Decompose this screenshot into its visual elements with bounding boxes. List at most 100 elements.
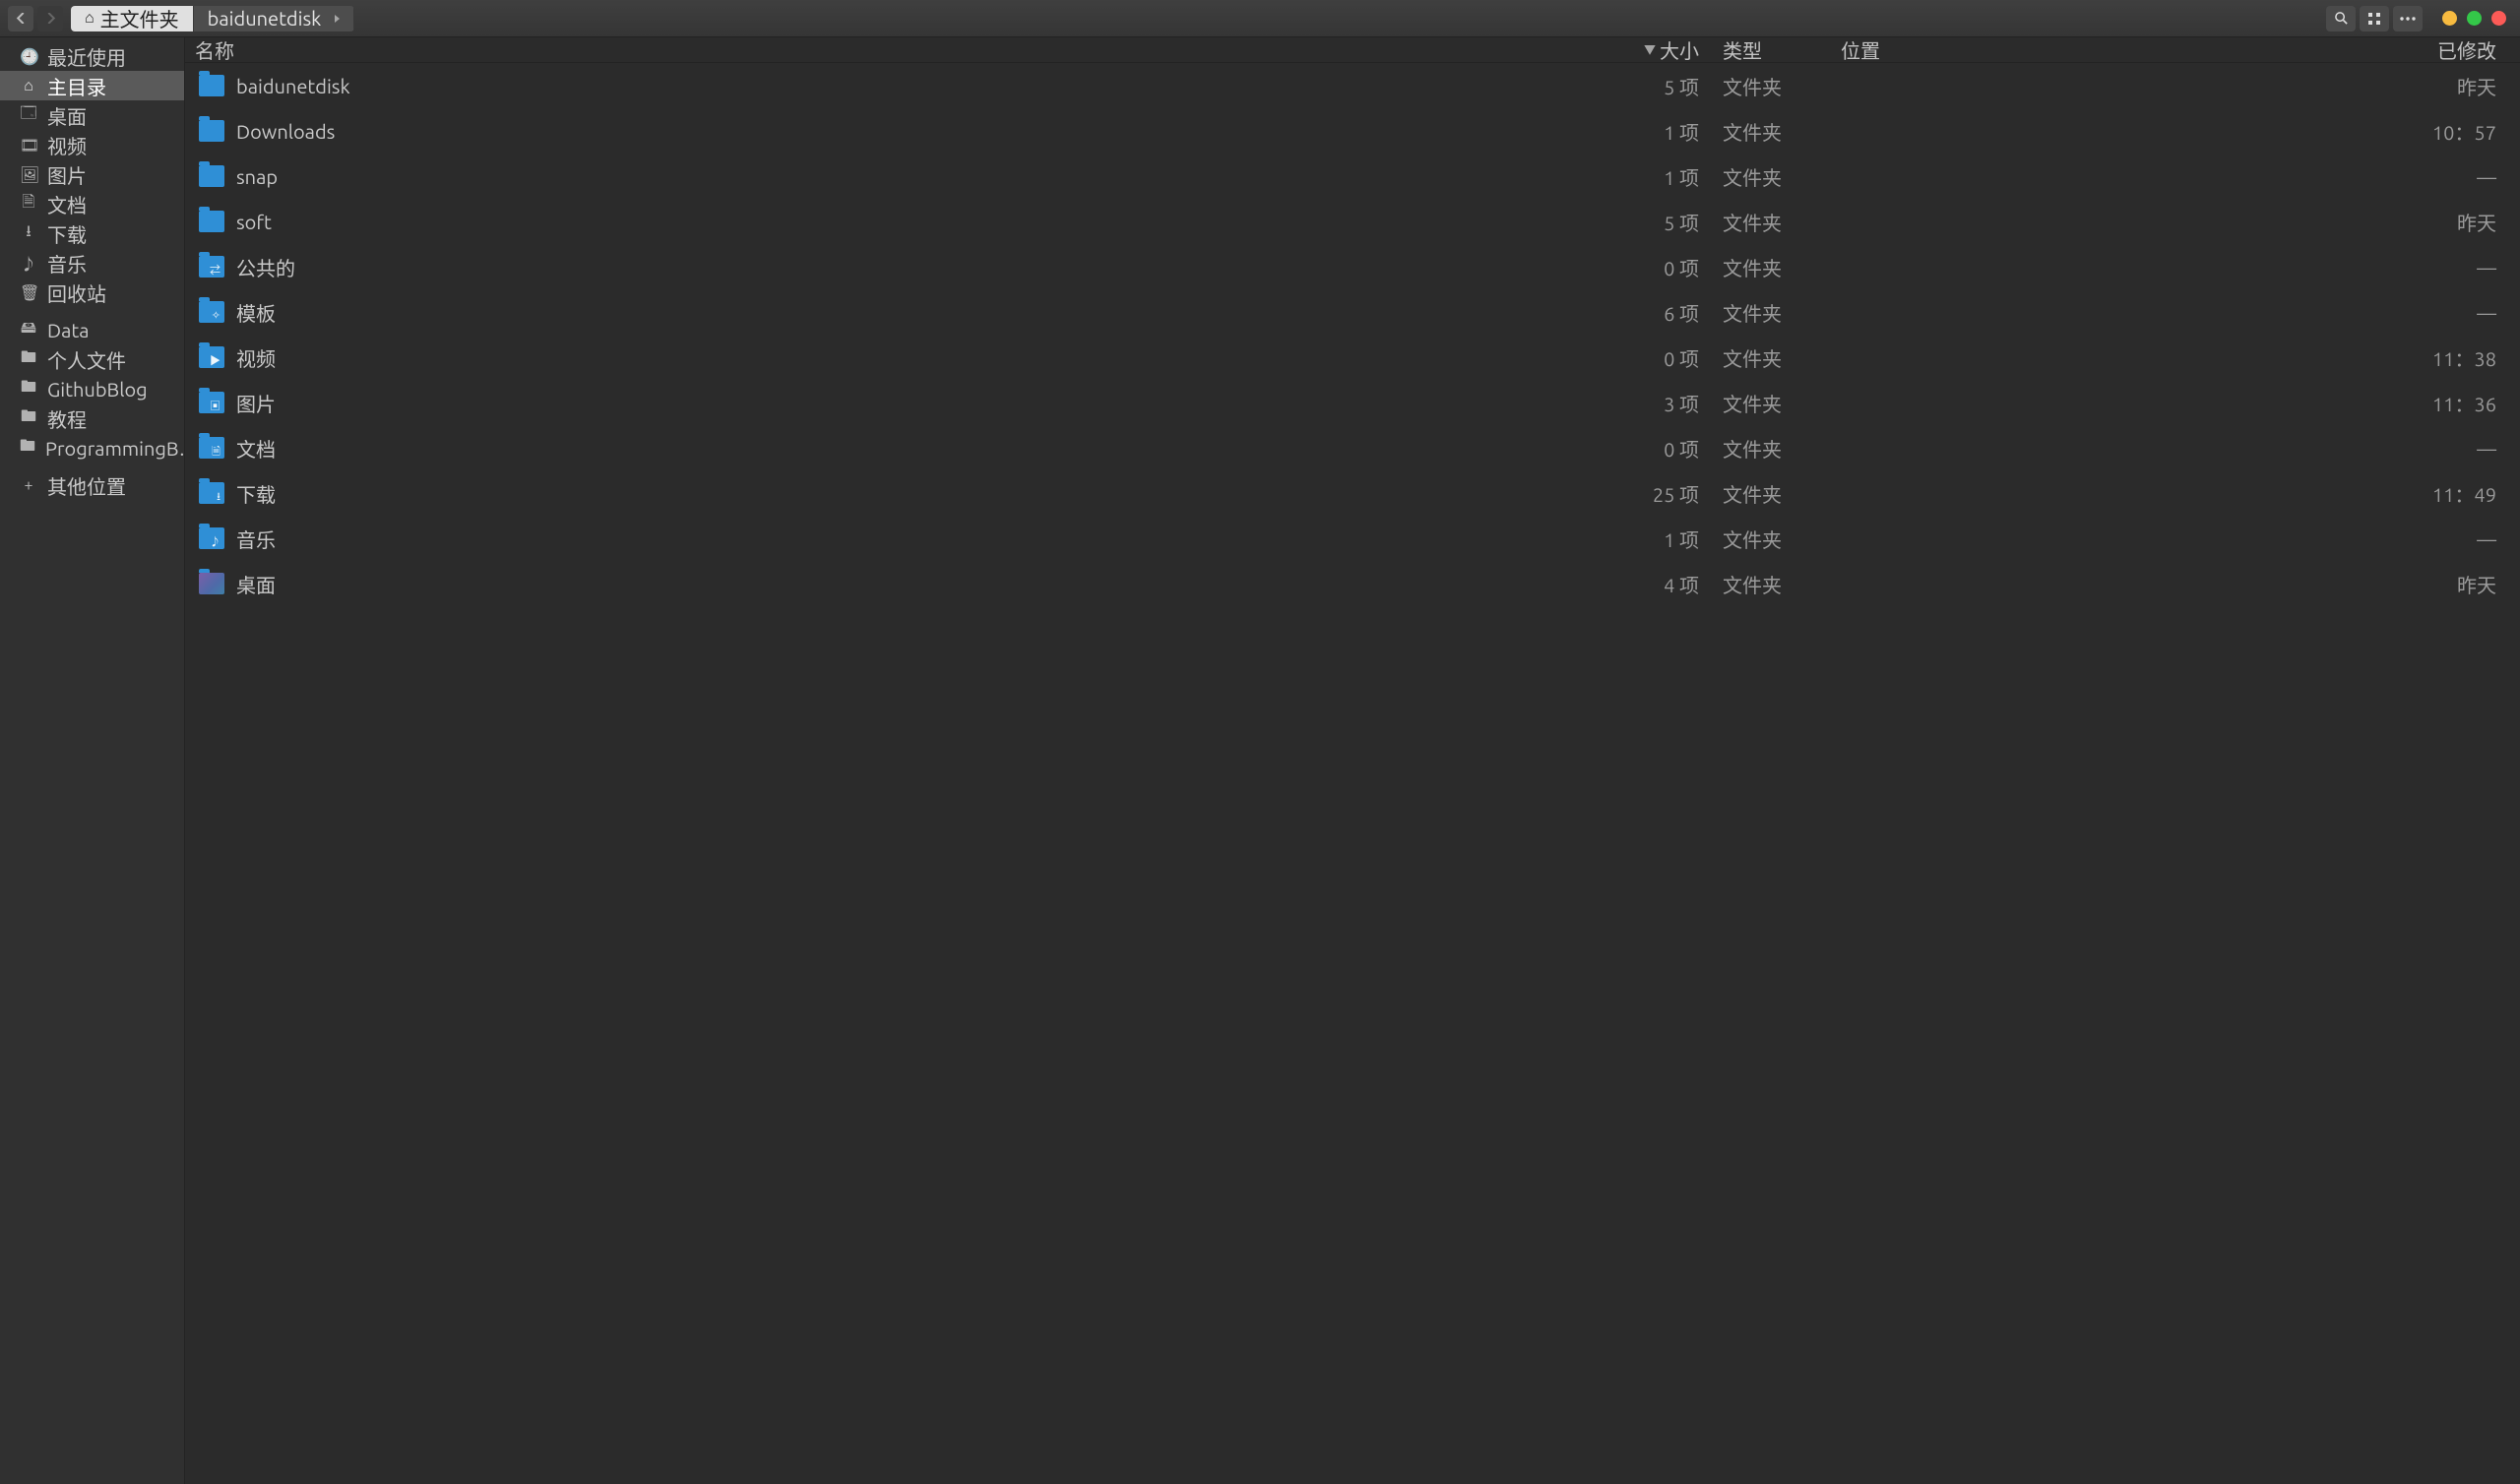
menu-button[interactable] <box>2393 6 2423 31</box>
file-row[interactable]: ▣图片3 项文件夹11：36 <box>185 380 2520 425</box>
sidebar-icon: ⭳ <box>20 220 37 247</box>
file-row[interactable]: baidunetdisk5 项文件夹昨天 <box>185 63 2520 108</box>
sidebar-item-label: 回收站 <box>47 278 106 307</box>
breadcrumb-home-label: 主文件夹 <box>100 6 179 31</box>
sidebar-item2-4[interactable]: 🖿ProgrammingB… <box>0 433 184 463</box>
sidebar-item-label: 最近使用 <box>47 42 126 71</box>
sidebar-item2-3[interactable]: 🖿教程 <box>0 403 184 433</box>
folder-glyph-icon: ♪ <box>210 537 220 548</box>
sidebar-item2-1[interactable]: 🖿个人文件 <box>0 344 184 374</box>
sidebar-item2-2[interactable]: 🖿GithubBlog <box>0 374 184 403</box>
toolbar-actions <box>2326 6 2423 31</box>
window-minimize-button[interactable] <box>2442 11 2457 26</box>
search-button[interactable] <box>2326 6 2356 31</box>
file-rows: baidunetdisk5 项文件夹昨天Downloads1 项文件夹10：57… <box>185 63 2520 1484</box>
file-modified: 10：57 <box>2382 117 2520 146</box>
file-type: 文件夹 <box>1713 72 1831 100</box>
file-name: 音乐 <box>236 525 276 553</box>
sidebar-item-0[interactable]: 🕘 最近使用 <box>0 41 184 71</box>
sidebar-item-1[interactable]: ⌂主目录 <box>0 71 184 100</box>
sidebar-item2-0[interactable]: 🖴Data <box>0 315 184 344</box>
file-size: 0 项 <box>1595 253 1713 281</box>
file-name: baidunetdisk <box>236 75 350 97</box>
nav-forward-button[interactable] <box>37 6 63 31</box>
file-row[interactable]: ⭳下载25 项文件夹11：49 <box>185 470 2520 516</box>
sidebar-item-4[interactable]: 🖼 图片 <box>0 159 184 189</box>
file-size: 25 项 <box>1595 479 1713 508</box>
folder-icon <box>199 573 224 594</box>
column-size[interactable]: ▼大小 <box>1595 35 1713 64</box>
column-header: 名称 ▼大小 类型 位置 已修改 <box>185 37 2520 63</box>
sidebar-item-label: 图片 <box>47 160 87 189</box>
folder-glyph-icon: ▣ <box>210 402 220 412</box>
sidebar-item-label: 其他位置 <box>47 471 126 500</box>
file-modified: — <box>2382 301 2520 324</box>
column-type[interactable]: 类型 <box>1713 35 1831 64</box>
folder-glyph-icon: ▶ <box>210 356 220 367</box>
nav-back-button[interactable] <box>8 6 33 31</box>
file-name: 图片 <box>236 389 276 417</box>
window-close-button[interactable] <box>2491 11 2506 26</box>
sidebar-icon: 🎞 <box>20 136 37 155</box>
file-name: Downloads <box>236 120 335 143</box>
file-row[interactable]: Downloads 1 项文件夹 10：57 <box>185 108 2520 154</box>
sidebar-icon: 🖼 <box>20 165 37 184</box>
file-row[interactable]: 桌面4 项文件夹昨天 <box>185 561 2520 606</box>
file-size: 0 项 <box>1595 434 1713 463</box>
file-name: 文档 <box>236 434 276 463</box>
sidebar-icon: 🖿 <box>20 346 37 373</box>
file-row[interactable]: snap1 项文件夹— <box>185 154 2520 199</box>
column-location[interactable]: 位置 <box>1831 35 2382 64</box>
file-row[interactable]: soft5 项文件夹昨天 <box>185 199 2520 244</box>
column-name[interactable]: 名称 <box>185 35 1595 64</box>
file-size: 1 项 <box>1595 117 1713 146</box>
sidebar-item-8[interactable]: 🗑 回收站 <box>0 278 184 307</box>
file-type: 文件夹 <box>1713 525 1831 553</box>
window-controls <box>2442 11 2506 26</box>
sidebar-item-label: 音乐 <box>47 249 87 278</box>
main-panel: 名称 ▼大小 类型 位置 已修改 baidunetdisk5 项文件夹昨天Dow… <box>185 37 2520 1484</box>
file-size: 3 项 <box>1595 389 1713 417</box>
sidebar-item-7[interactable]: ♪音乐 <box>0 248 184 278</box>
sidebar-item-2[interactable]: 🗔桌面 <box>0 100 184 130</box>
folder-icon <box>199 120 224 142</box>
file-type: 文件夹 <box>1713 570 1831 598</box>
sidebar-item-label: 下载 <box>47 219 87 248</box>
view-grid-button[interactable] <box>2360 6 2389 31</box>
file-type: 文件夹 <box>1713 434 1831 463</box>
sidebar-icon: 🖿 <box>20 405 37 432</box>
file-type: 文件夹 <box>1713 162 1831 191</box>
file-name: snap <box>236 165 278 188</box>
file-size: 6 项 <box>1595 298 1713 327</box>
file-row[interactable]: ▶视频0 项文件夹11：38 <box>185 335 2520 380</box>
home-icon: ⌂ <box>85 9 94 28</box>
sidebar-icon: 🖴 <box>20 317 37 343</box>
file-row[interactable]: ♪音乐1 项文件夹— <box>185 516 2520 561</box>
window-maximize-button[interactable] <box>2467 11 2482 26</box>
sidebar-item-3[interactable]: 🎞视频 <box>0 130 184 159</box>
folder-glyph-icon: ⇄ <box>210 266 220 277</box>
file-row[interactable]: ⇄公共的0 项文件夹— <box>185 244 2520 289</box>
file-name: soft <box>236 211 272 233</box>
sidebar-item-5[interactable]: 🗎文档 <box>0 189 184 218</box>
file-name: 视频 <box>236 343 276 372</box>
column-modified[interactable]: 已修改 <box>2382 35 2520 64</box>
column-location-label: 位置 <box>1841 39 1880 62</box>
sidebar-other-locations[interactable]: + 其他位置 <box>0 470 184 500</box>
file-name: 桌面 <box>236 570 276 598</box>
folder-icon: ⇄ <box>199 256 224 278</box>
file-type: 文件夹 <box>1713 117 1831 146</box>
breadcrumb-home[interactable]: ⌂ 主文件夹 <box>71 6 194 31</box>
sidebar-icon: 🕘 <box>20 47 37 66</box>
breadcrumb-child[interactable]: baidunetdisk <box>194 6 355 31</box>
file-type: 文件夹 <box>1713 343 1831 372</box>
sidebar-icon: 🗑 <box>20 283 37 302</box>
sidebar-icon: 🗎 <box>20 191 37 217</box>
plus-icon: + <box>20 476 37 494</box>
file-row[interactable]: ✧模板6 项文件夹— <box>185 289 2520 335</box>
file-modified: 昨天 <box>2382 72 2520 100</box>
folder-icon: ▣ <box>199 392 224 413</box>
sidebar-icon: 🖿 <box>20 376 37 402</box>
file-row[interactable]: 🗎文档0 项文件夹— <box>185 425 2520 470</box>
sidebar-item-6[interactable]: ⭳ 下载 <box>0 218 184 248</box>
